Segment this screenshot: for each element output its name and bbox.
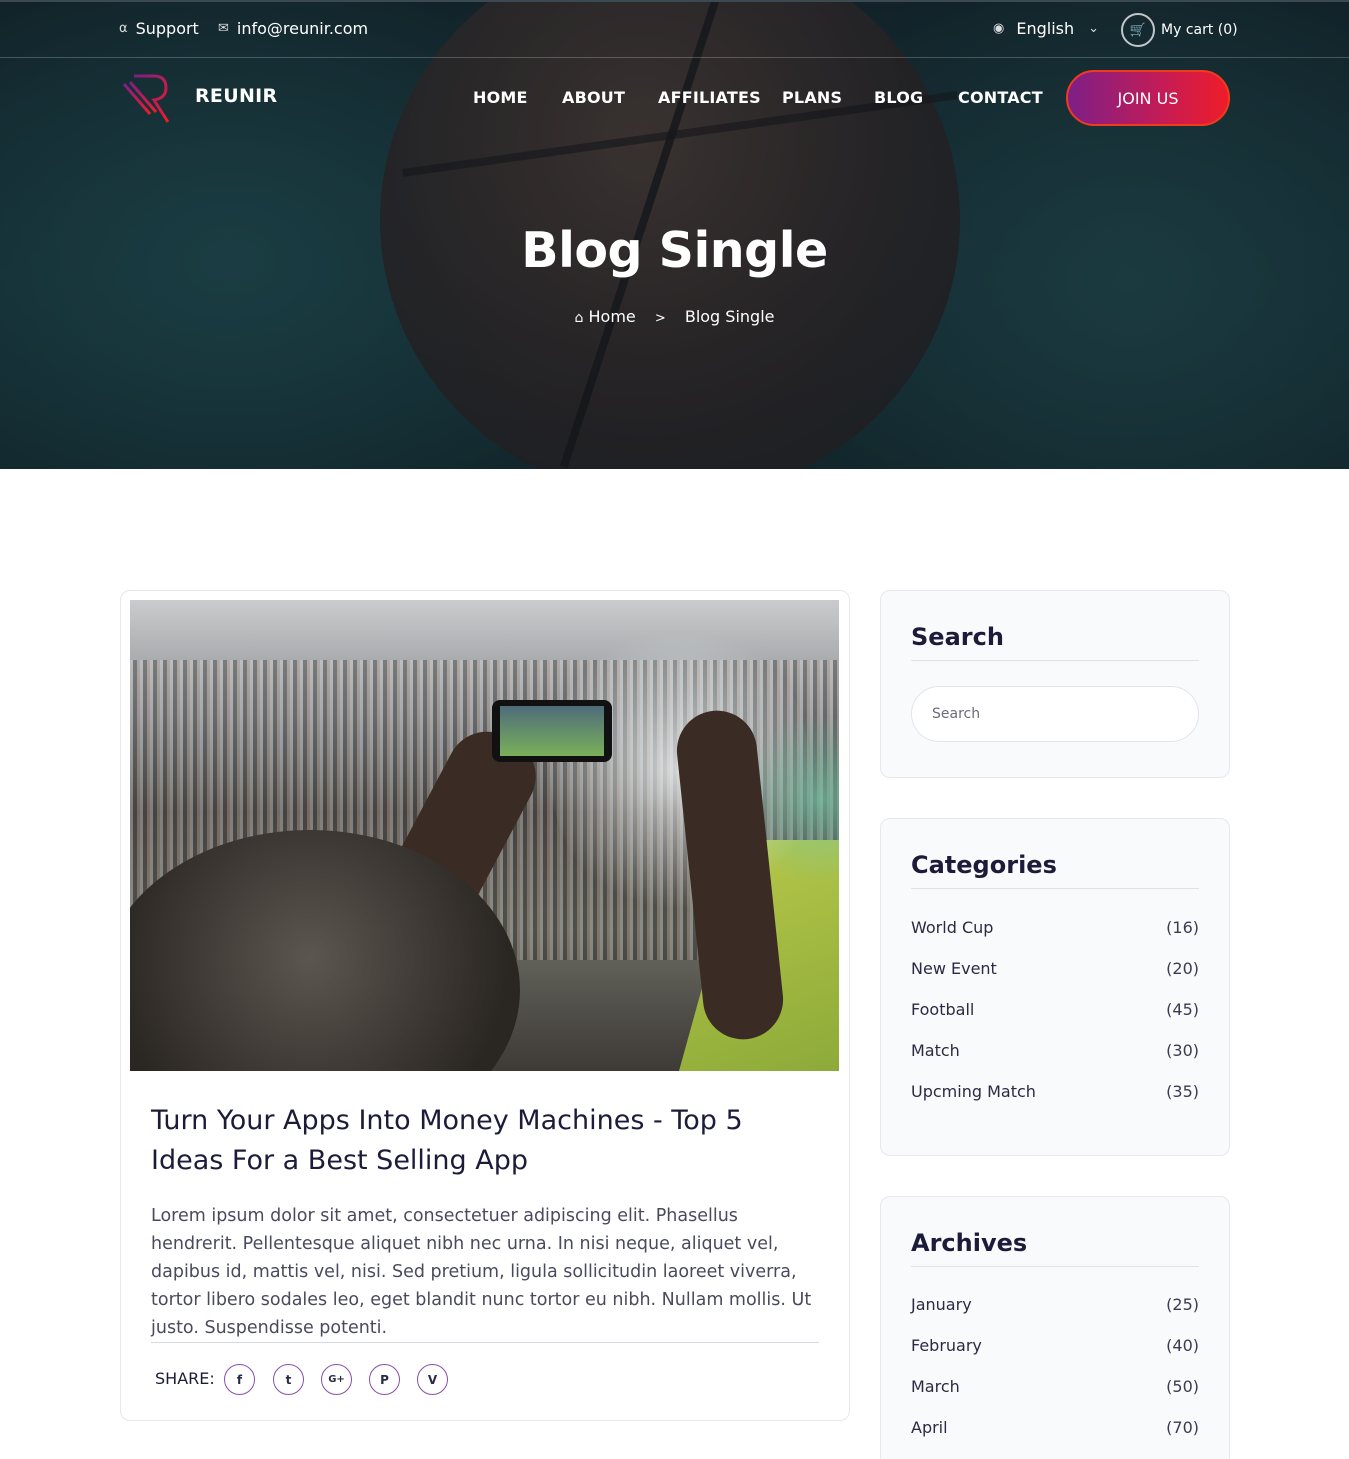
nav-plans[interactable]: PLANS (782, 88, 842, 107)
category-item[interactable]: Football (45) (911, 1000, 1199, 1019)
archive-item[interactable]: March (50) (911, 1377, 1199, 1396)
post-featured-image (130, 600, 839, 1071)
nav-blog[interactable]: BLOG (874, 88, 923, 107)
archive-item[interactable]: February (40) (911, 1336, 1199, 1355)
globe-icon: ◉ (993, 21, 1005, 36)
breadcrumb-separator: > (654, 311, 666, 326)
phone-in-photo (492, 700, 612, 762)
breadcrumb-home[interactable]: Home (589, 307, 636, 326)
divider (151, 1342, 819, 1343)
nav-contact[interactable]: CONTACT (958, 88, 1043, 107)
breadcrumb-current: Blog Single (684, 307, 775, 326)
home-icon: ⌂ (574, 310, 584, 326)
reunir-logo-icon[interactable] (120, 72, 172, 124)
breadcrumb: ⌂ Home > Blog Single (0, 307, 1349, 326)
mail-icon: ✉ (218, 21, 229, 36)
chevron-down-icon: ⌄ (1088, 21, 1100, 36)
join-us-button[interactable]: JOIN US (1066, 70, 1230, 126)
category-item[interactable]: World Cup (16) (911, 918, 1199, 937)
twitter-icon[interactable]: t (273, 1364, 304, 1395)
category-item[interactable]: Upcming Match (35) (911, 1082, 1199, 1101)
cart-label[interactable]: My cart (0) (1161, 22, 1238, 38)
headset-icon: ⍺ (119, 21, 128, 36)
nav-affiliates[interactable]: AFFILIATES (658, 88, 761, 107)
category-item[interactable]: New Event (20) (911, 959, 1199, 978)
email-link[interactable]: ✉ info@reunir.com (218, 19, 368, 38)
categories-widget-title: Categories (911, 851, 1057, 879)
vimeo-icon[interactable]: V (417, 1364, 448, 1395)
page-title: Blog Single (521, 222, 828, 279)
search-widget: Search (880, 590, 1230, 778)
archive-item[interactable]: April (70) (911, 1418, 1199, 1437)
brand-name[interactable]: REUNIR (195, 85, 277, 107)
pinterest-icon[interactable]: P (369, 1364, 400, 1395)
facebook-icon[interactable]: f (224, 1364, 255, 1395)
category-item[interactable]: Match (30) (911, 1041, 1199, 1060)
cart-icon[interactable]: 🛒 (1121, 13, 1155, 47)
share-label: SHARE: (155, 1369, 215, 1388)
post-body: Lorem ipsum dolor sit amet, consectetuer… (151, 1206, 812, 1338)
archive-item[interactable]: January (25) (911, 1295, 1199, 1314)
search-input[interactable] (911, 686, 1199, 742)
nav-about[interactable]: ABOUT (562, 88, 625, 107)
language-select[interactable]: ◉ English ⌄ (993, 19, 1099, 38)
archives-widget: Archives January (25) February (40) March(… (880, 1196, 1230, 1459)
google-plus-icon[interactable]: G+ (321, 1364, 352, 1395)
categories-widget: Categories World Cup (16) New Event (20) F… (880, 818, 1230, 1156)
search-widget-title: Search (911, 623, 1004, 651)
post-title[interactable]: Turn Your Apps Into Money Machines - Top… (151, 1101, 811, 1181)
archives-widget-title: Archives (911, 1229, 1028, 1257)
nav-home[interactable]: HOME (473, 88, 528, 107)
support-link[interactable]: ⍺ Support (119, 19, 199, 38)
top-bar: ⍺ Support ✉ info@reunir.com ◉ English ⌄ … (0, 0, 1349, 58)
hero-banner: ⍺ Support ✉ info@reunir.com ◉ English ⌄ … (0, 0, 1349, 469)
